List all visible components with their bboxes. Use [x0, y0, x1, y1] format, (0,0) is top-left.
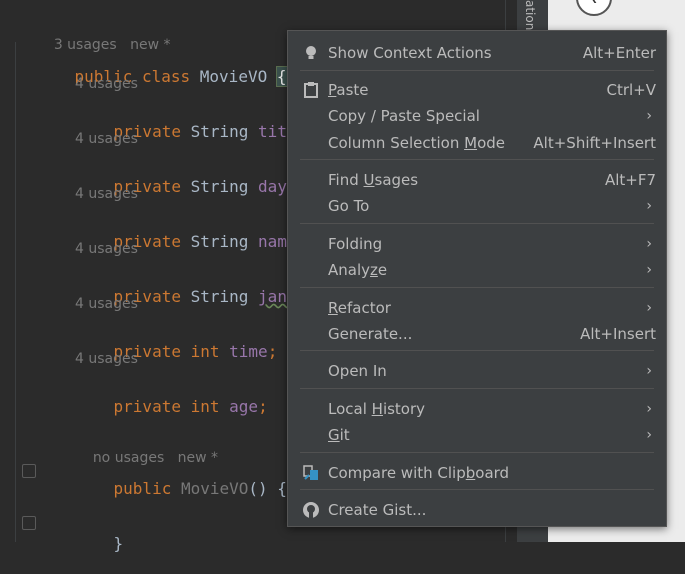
- chevron-right-icon: ›: [646, 262, 652, 278]
- menu-item-compare-with-clipboard[interactable]: Compare with Clipboard: [288, 460, 666, 486]
- menu-separator: [300, 350, 654, 351]
- github-icon: [303, 502, 319, 518]
- chevron-right-icon: ›: [646, 427, 652, 443]
- menu-item-go-to[interactable]: Go To ›: [288, 193, 666, 219]
- menu-separator: [300, 70, 654, 71]
- menu-item-open-in[interactable]: Open In ›: [288, 358, 666, 384]
- menu-item-analyze[interactable]: Analyze ›: [288, 257, 666, 283]
- menu-item-local-history[interactable]: Local History ›: [288, 396, 666, 422]
- chevron-right-icon: ›: [646, 108, 652, 124]
- chevron-right-icon: ›: [646, 198, 652, 214]
- usages-hint[interactable]: 4 usages: [75, 76, 138, 92]
- menu-item-column-selection-mode[interactable]: Column Selection Mode Alt+Shift+Insert: [288, 130, 666, 156]
- menu-separator: [300, 452, 654, 453]
- chevron-right-icon: ›: [646, 300, 652, 316]
- usages-hint[interactable]: 4 usages: [75, 241, 138, 257]
- bulb-icon: [306, 46, 316, 59]
- chevron-right-icon: ›: [646, 236, 652, 252]
- side-tab-label[interactable]: ation: [523, 0, 537, 30]
- field-declaration[interactable]: private int age;: [75, 377, 268, 437]
- back-icon[interactable]: ❮: [576, 0, 612, 16]
- menu-item-create-gist[interactable]: Create Gist...: [288, 497, 666, 523]
- menu-item-paste[interactable]: Paste Ctrl+V: [288, 77, 666, 103]
- context-menu: Show Context Actions Alt+Enter Paste Ctr…: [287, 30, 667, 527]
- fold-icon[interactable]: [22, 516, 36, 530]
- menu-item-generate[interactable]: Generate... Alt+Insert: [288, 321, 666, 347]
- chevron-right-icon: ›: [646, 363, 652, 379]
- usages-hint[interactable]: 4 usages: [75, 351, 138, 367]
- menu-separator: [300, 287, 654, 288]
- menu-separator: [300, 489, 654, 490]
- menu-item-git[interactable]: Git ›: [288, 422, 666, 448]
- usages-hint[interactable]: 4 usages: [75, 186, 138, 202]
- menu-separator: [300, 159, 654, 160]
- menu-item-find-usages[interactable]: Find Usages Alt+F7: [288, 167, 666, 193]
- menu-item-show-context-actions[interactable]: Show Context Actions Alt+Enter: [288, 40, 666, 66]
- menu-item-copy-paste-special[interactable]: Copy / Paste Special ›: [288, 103, 666, 129]
- class-declaration[interactable]: public class MovieVO {: [36, 47, 288, 107]
- chevron-right-icon: ›: [646, 401, 652, 417]
- gutter-line: [15, 42, 16, 542]
- usages-hint[interactable]: 4 usages: [75, 131, 138, 147]
- menu-separator: [300, 388, 654, 389]
- compare-icon: [303, 465, 318, 480]
- fold-icon[interactable]: [22, 464, 36, 478]
- clipboard-icon: [304, 82, 318, 98]
- constructor-declaration[interactable]: public MovieVO() {: [75, 459, 287, 519]
- closing-brace: }: [113, 534, 124, 553]
- menu-separator: [300, 223, 654, 224]
- menu-item-refactor[interactable]: Refactor ›: [288, 295, 666, 321]
- usages-hint[interactable]: 4 usages: [75, 296, 138, 312]
- menu-item-folding[interactable]: Folding ›: [288, 231, 666, 257]
